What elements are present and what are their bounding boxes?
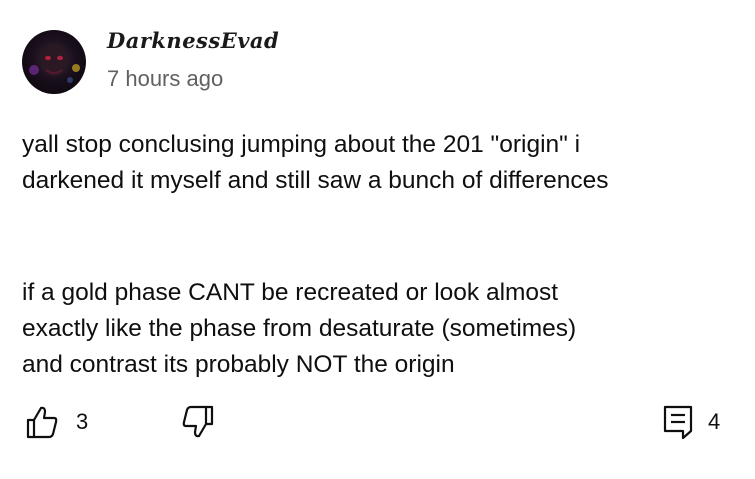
avatar[interactable] [22,30,86,94]
reply-button[interactable]: 4 [662,404,720,440]
thumbs-down-icon [180,404,216,440]
comment-text-paragraph: if a gold phase CANT be recreated or loo… [22,279,577,378]
avatar-image [29,44,80,83]
dislike-button[interactable] [180,404,216,440]
like-count: 3 [76,409,89,434]
comment-reply-icon [662,404,694,440]
comment-text-paragraph: yall stop conclusing jumping about the 2… [22,131,609,194]
like-button[interactable]: 3 [24,404,88,440]
thumbs-up-icon [24,404,60,440]
comment-timestamp: 7 hours ago [107,66,224,91]
author-name[interactable]: DarknessEvad [107,28,279,53]
comment-actions: 3 4 [0,404,755,440]
reply-count: 4 [708,409,721,434]
